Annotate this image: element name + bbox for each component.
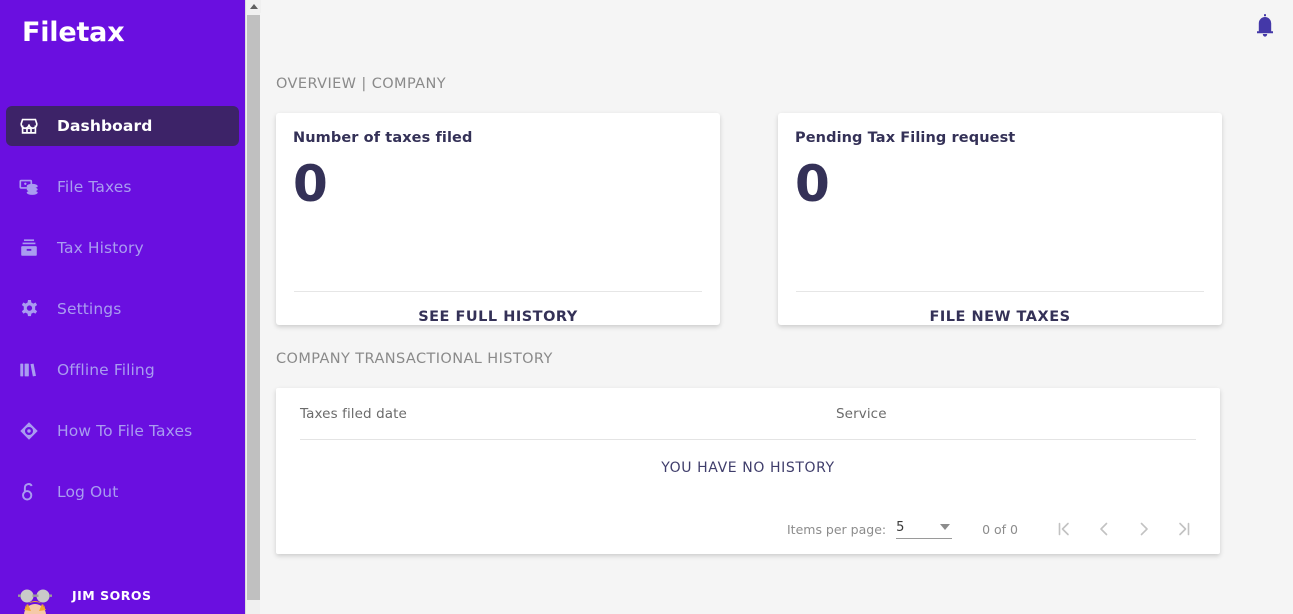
sidebar-item-label: File Taxes xyxy=(57,178,132,196)
chevron-down-icon xyxy=(940,524,951,530)
table-header-row: Taxes filed date Service xyxy=(300,388,1196,440)
sidebar-user-name: JIM SOROS xyxy=(72,588,152,603)
card-value: 0 xyxy=(293,155,328,213)
card-number-of-taxes-filed: Number of taxes filed 0 SEE FULL HISTORY xyxy=(276,113,720,325)
app-root: Filetax Dashboard File Taxes Tax History… xyxy=(0,0,1293,614)
sidebar-item-label: Dashboard xyxy=(57,117,153,135)
column-header-service: Service xyxy=(836,405,887,422)
file-new-taxes-button[interactable]: FILE NEW TAXES xyxy=(929,309,1070,325)
main-content: OVERVIEW | COMPANY Number of taxes filed… xyxy=(245,0,1293,614)
payment-coins-icon xyxy=(17,175,41,199)
card-spacer xyxy=(293,212,703,291)
sidebar-item-how-to-file-taxes[interactable]: How To File Taxes xyxy=(6,411,239,451)
app-logo: Filetax xyxy=(22,17,125,48)
sidebar-item-label: Tax History xyxy=(57,239,144,257)
table-paginator: Items per page: 5 0 of 0 xyxy=(787,514,1204,544)
storefront-icon xyxy=(17,114,41,138)
history-section-label: COMPANY TRANSACTIONAL HISTORY xyxy=(276,351,553,367)
unlock-icon xyxy=(17,480,41,504)
topbar xyxy=(260,0,1293,50)
card-spacer xyxy=(795,212,1205,291)
bell-icon[interactable] xyxy=(1253,13,1277,39)
sidebar-item-offline-filing[interactable]: Offline Filing xyxy=(6,350,239,390)
overview-section-label: OVERVIEW | COMPANY xyxy=(276,76,447,92)
card-footer: SEE FULL HISTORY xyxy=(294,291,702,325)
card-pending-tax-filing-request: Pending Tax Filing request 0 FILE NEW TA… xyxy=(778,113,1222,325)
sidebar-item-log-out[interactable]: Log Out xyxy=(6,472,239,512)
archive-box-icon xyxy=(17,236,41,260)
sidebar-item-label: Log Out xyxy=(57,483,119,501)
items-per-page-select[interactable]: 5 xyxy=(896,519,953,539)
transactional-history-table: Taxes filed date Service YOU HAVE NO HIS… xyxy=(276,388,1220,554)
sidebar-item-dashboard[interactable]: Dashboard xyxy=(6,106,239,146)
sidebar-item-label: How To File Taxes xyxy=(57,422,193,440)
card-title: Number of taxes filed xyxy=(293,130,473,146)
first-page-icon[interactable] xyxy=(1044,514,1084,544)
items-per-page-value: 5 xyxy=(896,519,905,535)
sidebar-item-tax-history[interactable]: Tax History xyxy=(6,228,239,268)
avatar xyxy=(18,580,60,614)
table-empty-row: YOU HAVE NO HISTORY xyxy=(276,440,1220,495)
gear-icon xyxy=(17,297,41,321)
books-icon xyxy=(17,358,41,382)
lifebuoy-icon xyxy=(17,419,41,443)
scrollbar-thumb[interactable] xyxy=(247,15,260,600)
empty-state-message: YOU HAVE NO HISTORY xyxy=(661,459,835,476)
pagination-buttons xyxy=(1044,514,1204,544)
sidebar-item-settings[interactable]: Settings xyxy=(6,289,239,329)
sidebar-item-label: Settings xyxy=(57,300,122,318)
see-full-history-button[interactable]: SEE FULL HISTORY xyxy=(418,309,578,325)
card-title: Pending Tax Filing request xyxy=(795,130,1016,146)
sidebar-scrollbar[interactable] xyxy=(245,0,261,614)
previous-page-icon[interactable] xyxy=(1084,514,1124,544)
column-header-taxes-filed-date: Taxes filed date xyxy=(300,405,407,422)
card-value: 0 xyxy=(795,155,830,213)
sidebar-user-profile[interactable]: JIM SOROS xyxy=(0,572,245,614)
sidebar: Filetax Dashboard File Taxes Tax History… xyxy=(0,0,245,614)
page-range-label: 0 of 0 xyxy=(982,521,1018,537)
next-page-icon[interactable] xyxy=(1124,514,1164,544)
sidebar-item-label: Offline Filing xyxy=(57,361,155,379)
items-per-page-label: Items per page: xyxy=(786,521,887,537)
scroll-up-arrow-icon[interactable] xyxy=(246,0,261,13)
last-page-icon[interactable] xyxy=(1164,514,1204,544)
card-footer: FILE NEW TAXES xyxy=(796,291,1204,325)
overview-cards: Number of taxes filed 0 SEE FULL HISTORY… xyxy=(260,113,1293,325)
sidebar-item-file-taxes[interactable]: File Taxes xyxy=(6,167,239,207)
sidebar-nav: Dashboard File Taxes Tax History Setting… xyxy=(0,106,245,512)
